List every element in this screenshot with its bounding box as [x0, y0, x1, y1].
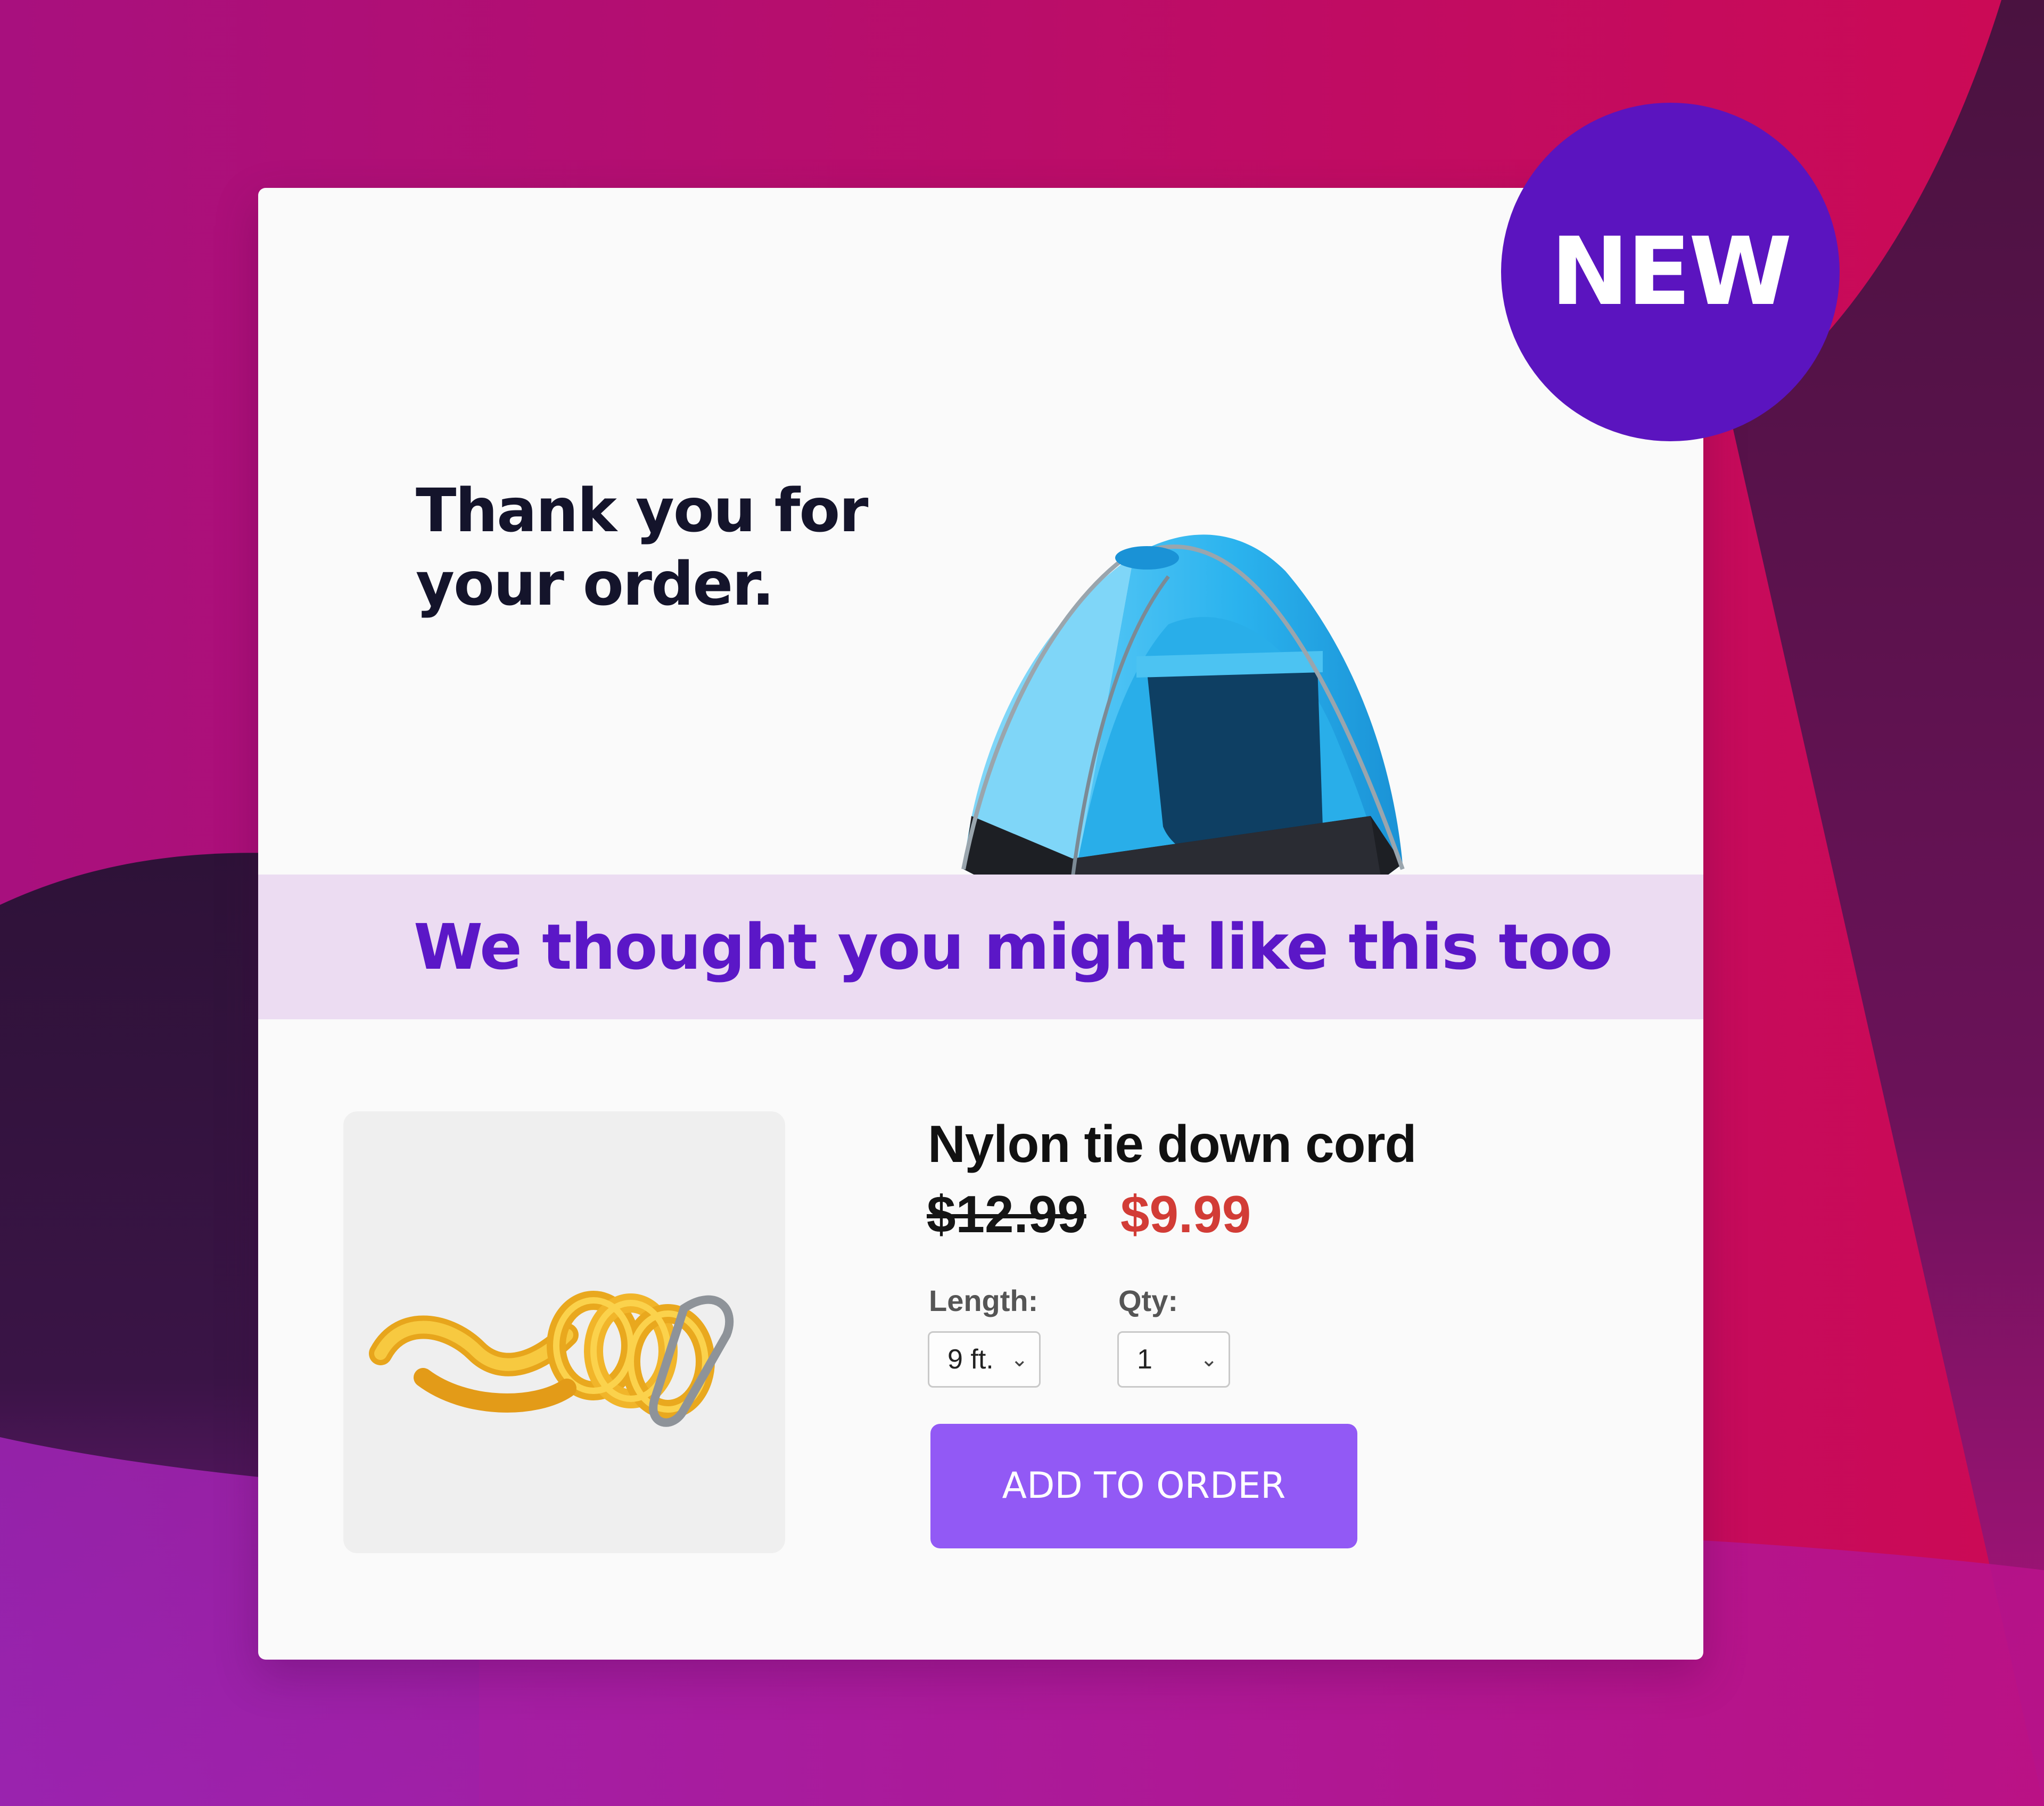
qty-label: Qty:	[1118, 1284, 1178, 1317]
length-label: Length:	[929, 1284, 1039, 1317]
order-confirmation-card: Thank you for your order. We thought you…	[258, 188, 1703, 1660]
product-name: Nylon tie down cord	[928, 1115, 1416, 1173]
qty-select[interactable]: 1 ⌄	[1117, 1331, 1230, 1388]
banner-text: We thought you might like this too	[414, 910, 1613, 984]
thank-you-heading: Thank you for your order.	[416, 474, 895, 621]
length-value: 9 ft.	[947, 1344, 994, 1375]
sale-price: $9.99	[1120, 1185, 1251, 1243]
product-image	[343, 1111, 785, 1553]
add-to-order-button[interactable]: ADD TO ORDER	[930, 1424, 1357, 1548]
chevron-down-icon: ⌄	[1200, 1348, 1218, 1371]
chevron-down-icon: ⌄	[1010, 1348, 1028, 1371]
thank-you-line-1: Thank you for	[416, 476, 869, 546]
tent-icon	[961, 534, 1405, 923]
length-select[interactable]: 9 ft. ⌄	[928, 1331, 1041, 1388]
qty-value: 1	[1137, 1344, 1152, 1375]
rope-icon	[369, 1291, 734, 1427]
thank-you-line-2: your order.	[416, 550, 774, 619]
new-badge: NEW	[1501, 103, 1840, 441]
recommendation-banner: We thought you might like this too	[258, 875, 1703, 1019]
original-price: $12.99	[927, 1185, 1086, 1243]
